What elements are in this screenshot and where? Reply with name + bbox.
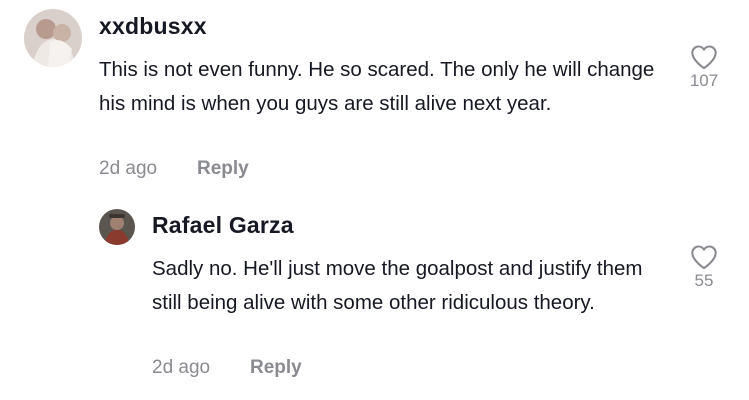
comment-text: This is not even funny. He so scared. Th…	[99, 58, 655, 115]
reply-button[interactable]: Reply	[250, 357, 302, 379]
comment-username[interactable]: xxdbusxx	[99, 13, 207, 40]
comment-timestamp: 2d ago	[99, 158, 158, 179]
avatar[interactable]	[99, 209, 135, 245]
heart-outline-icon	[691, 245, 717, 270]
avatar[interactable]	[24, 9, 82, 67]
comment-username[interactable]: Rafael Garza	[152, 212, 294, 239]
like-button[interactable]: 55	[684, 244, 724, 291]
comment-timestamp: 2d ago	[152, 357, 211, 378]
like-count: 55	[694, 271, 714, 290]
like-button[interactable]: 107	[684, 44, 724, 91]
comment-text: Sadly no. He'll just move the goalpost a…	[152, 257, 643, 314]
heart-outline-icon	[691, 45, 717, 70]
like-count: 107	[689, 71, 719, 90]
reply-button[interactable]: Reply	[197, 158, 249, 180]
